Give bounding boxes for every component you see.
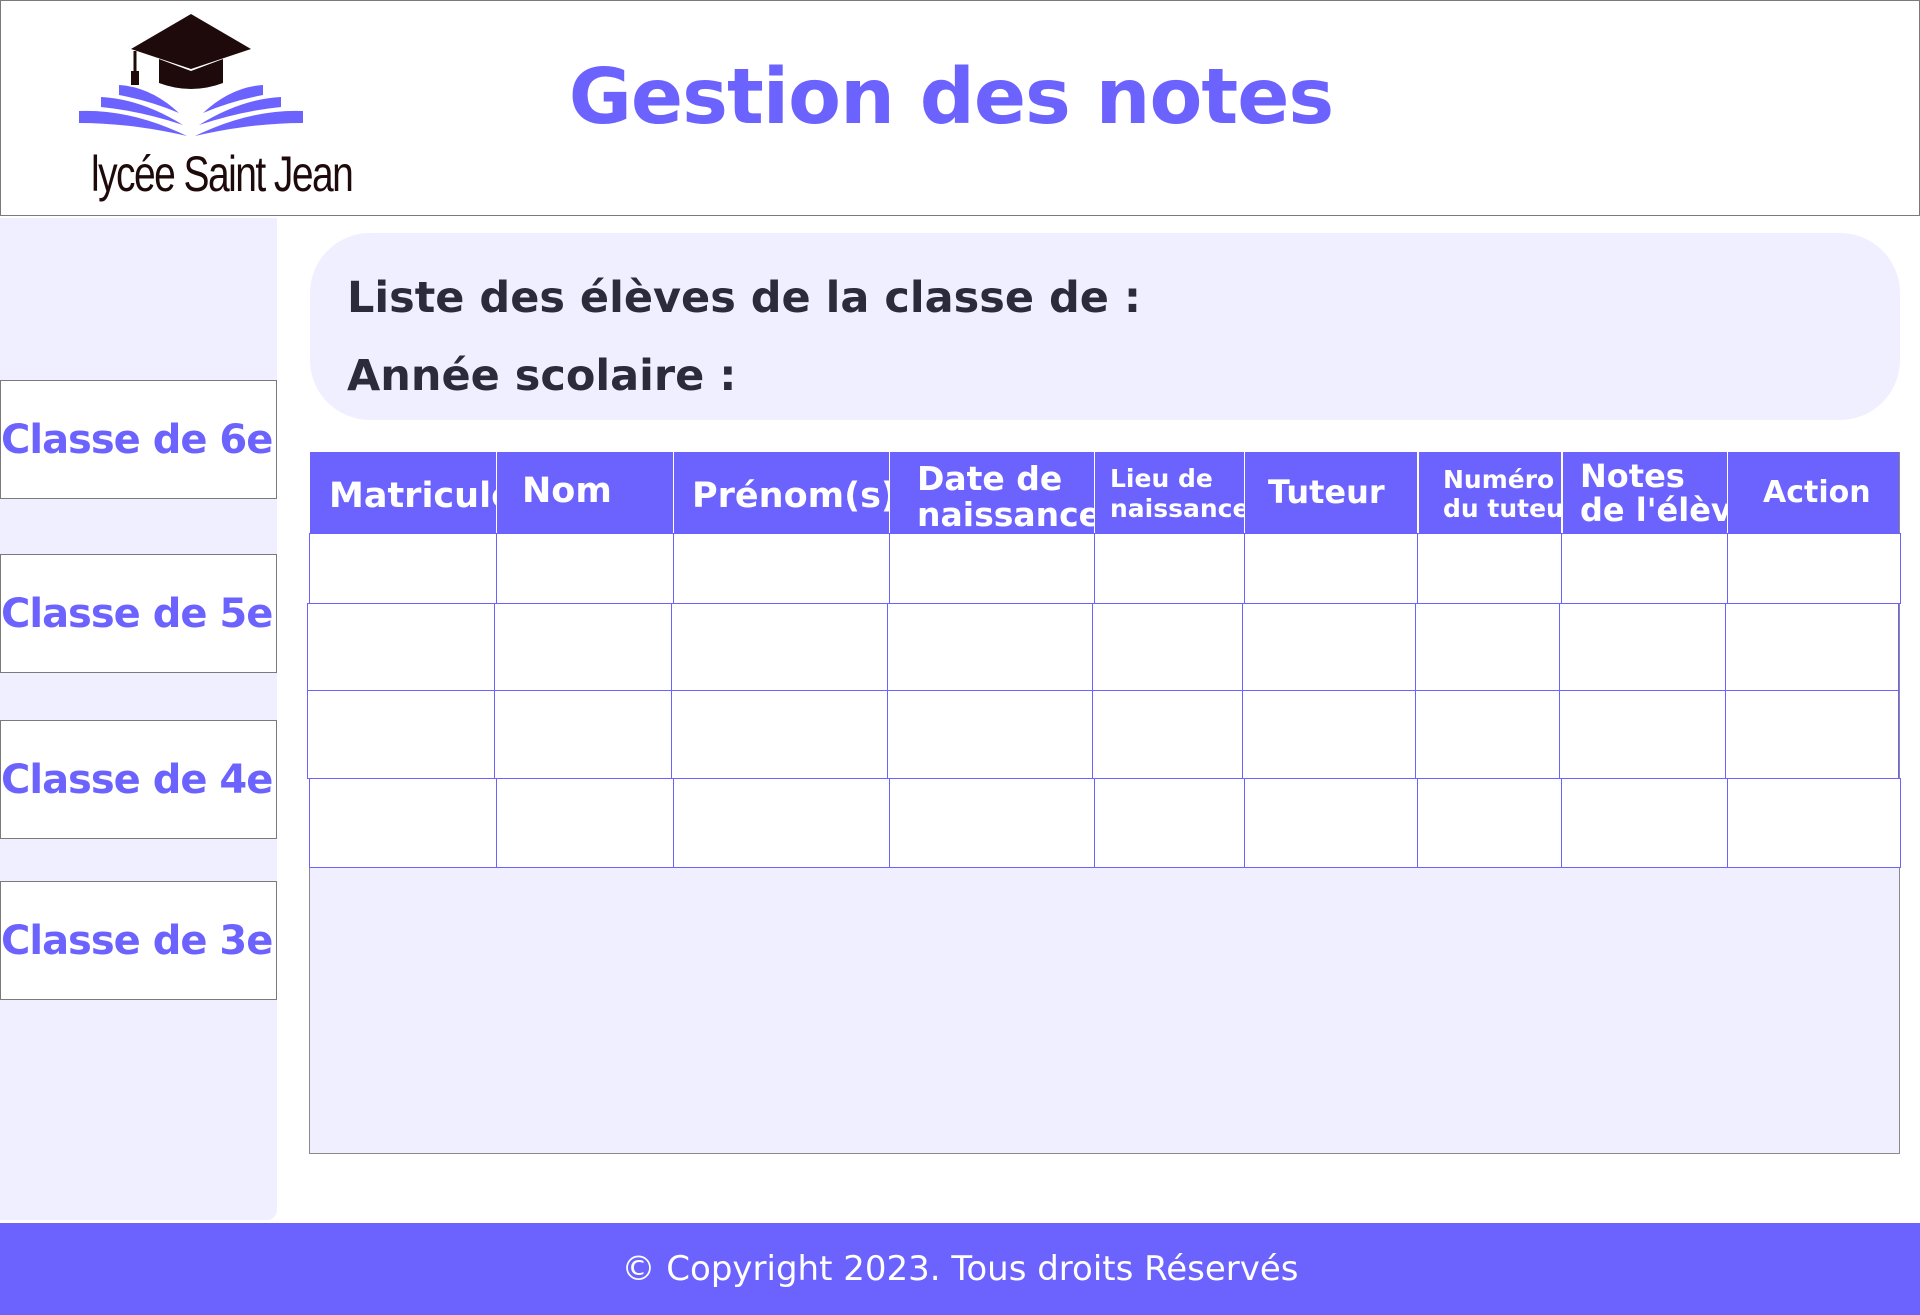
sidebar-item-classe-4e[interactable]: Classe de 4e <box>0 720 277 839</box>
class-label: Liste des élèves de la classe de : <box>347 273 1142 323</box>
table-cell[interactable] <box>496 778 674 868</box>
table-cell[interactable] <box>889 533 1095 604</box>
table-cell[interactable] <box>1244 778 1418 868</box>
table-cell[interactable] <box>887 690 1093 779</box>
table-cell[interactable] <box>1727 533 1901 604</box>
table-cell[interactable] <box>309 533 497 604</box>
table-cell[interactable] <box>1092 603 1243 691</box>
column-header-label-line2: naissance <box>917 495 1094 533</box>
column-header-nom[interactable]: Nom <box>496 452 673 533</box>
table-cell[interactable] <box>307 603 495 691</box>
sidebar-item-classe-5e[interactable]: Classe de 5e <box>0 554 277 673</box>
sidebar: Classe de 6e Classe de 5e Classe de 4e C… <box>0 218 277 1220</box>
table-cell[interactable] <box>1094 778 1245 868</box>
table-cell[interactable] <box>496 533 674 604</box>
table-cell[interactable] <box>671 603 888 691</box>
column-header-notes-eleve[interactable]: Notes de l'élève <box>1561 452 1727 533</box>
table-cell[interactable] <box>1242 603 1416 691</box>
column-header-label: Prénom(s) <box>692 476 889 516</box>
table-cell[interactable] <box>494 690 672 779</box>
table-cell[interactable] <box>1415 603 1560 691</box>
column-header-label-line2: naissance <box>1110 494 1244 523</box>
table-cell[interactable] <box>1559 603 1726 691</box>
table-cell[interactable] <box>309 778 497 868</box>
table-cell[interactable] <box>307 690 495 779</box>
copyright-text: © Copyright 2023. Tous droits Réservés <box>621 1249 1299 1289</box>
column-header-label: Nom <box>522 471 612 511</box>
column-header-label-line2: de l'élève <box>1580 491 1727 529</box>
column-header-label: Numéro <box>1443 465 1555 494</box>
table-cell[interactable] <box>1561 778 1728 868</box>
table-cell[interactable] <box>1417 533 1562 604</box>
column-header-label: Date de <box>917 459 1063 498</box>
table-cell[interactable] <box>1244 533 1418 604</box>
column-header-label: Action <box>1763 475 1871 510</box>
school-year-label: Année scolaire : <box>347 351 737 401</box>
table-cell[interactable] <box>887 603 1093 691</box>
table-cell[interactable] <box>494 603 672 691</box>
table-cell[interactable] <box>1725 603 1899 691</box>
footer: © Copyright 2023. Tous droits Réservés <box>0 1223 1920 1315</box>
class-info-panel: Liste des élèves de la classe de : Année… <box>310 233 1900 420</box>
table-cell[interactable] <box>1415 690 1560 779</box>
table-cell[interactable] <box>1092 690 1243 779</box>
column-header-label: Lieu de <box>1110 464 1213 493</box>
table-cell[interactable] <box>1559 690 1726 779</box>
table-cell[interactable] <box>1727 778 1901 868</box>
table-cell[interactable] <box>1725 690 1899 779</box>
column-header-label: Notes <box>1580 457 1685 495</box>
table-cell[interactable] <box>671 690 888 779</box>
column-header-date-naissance[interactable]: Date de naissance <box>889 452 1094 533</box>
table-cell[interactable] <box>673 533 890 604</box>
column-header-tuteur[interactable]: Tuteur <box>1244 452 1417 533</box>
column-header-numero-tuteur[interactable]: Numéro du tuteur <box>1417 452 1561 533</box>
column-header-action[interactable]: Action <box>1727 452 1899 533</box>
column-header-lieu-naissance[interactable]: Lieu de naissance <box>1094 452 1244 533</box>
table-cell[interactable] <box>673 778 890 868</box>
header: lycée Saint Jean Gestion des notes <box>0 0 1920 216</box>
column-header-label-line2: du tuteur <box>1443 494 1561 523</box>
sidebar-item-classe-6e[interactable]: Classe de 6e <box>0 380 277 499</box>
sidebar-item-classe-3e[interactable]: Classe de 3e <box>0 881 277 1000</box>
logo-text: lycée Saint Jean <box>91 146 354 202</box>
column-header-matricule[interactable]: Matricule <box>309 452 496 533</box>
page-title: Gestion des notes <box>568 53 1335 142</box>
table-cell[interactable] <box>889 778 1095 868</box>
column-header-label: Matricule <box>329 476 496 516</box>
table-cell[interactable] <box>1417 778 1562 868</box>
table-cell[interactable] <box>1094 533 1245 604</box>
table-cell[interactable] <box>1242 690 1416 779</box>
table-cell[interactable] <box>1561 533 1728 604</box>
column-header-prenoms[interactable]: Prénom(s) <box>673 452 889 533</box>
column-header-label: Tuteur <box>1268 473 1385 511</box>
